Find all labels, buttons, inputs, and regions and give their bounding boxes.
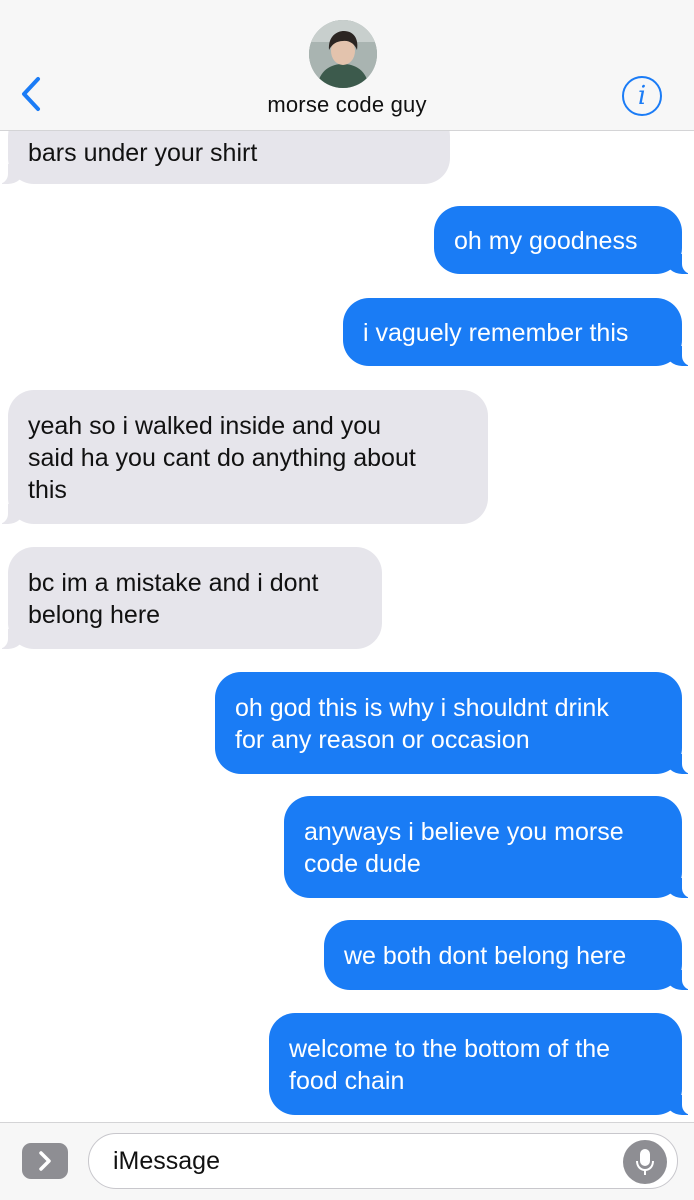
message-bubble-sent[interactable]: i vaguely remember this	[343, 298, 694, 366]
conversation-header: morse code guy i	[0, 0, 694, 131]
info-button[interactable]: i	[622, 76, 662, 116]
message-input-bar	[0, 1122, 694, 1200]
message-bubble-received[interactable]: bc im a mistake and i dont belong here	[0, 547, 382, 649]
message-text: welcome to the bottom of the food chain	[289, 1035, 611, 1095]
message-thread[interactable]: bars under your shirt oh my goodness i v…	[0, 0, 694, 1122]
chevron-right-icon	[39, 1151, 51, 1171]
message-text: bc im a mistake and i dont belong here	[28, 569, 319, 629]
message-text: bars under your shirt	[28, 139, 258, 167]
microphone-button[interactable]	[623, 1140, 667, 1184]
apps-button[interactable]	[22, 1143, 68, 1179]
message-text: oh my goodness	[454, 227, 638, 255]
message-text: we both dont belong here	[344, 942, 627, 970]
message-field[interactable]	[88, 1133, 678, 1189]
message-bubble-sent[interactable]: welcome to the bottom of the food chain	[269, 1013, 694, 1115]
message-text: anyways i believe you morse code dude	[304, 818, 624, 878]
message-text: yeah so i walked inside and you said ha …	[28, 412, 416, 504]
message-bubble-sent[interactable]: oh my goodness	[434, 206, 694, 274]
message-input[interactable]	[113, 1142, 613, 1180]
message-text: i vaguely remember this	[363, 319, 629, 347]
info-icon: i	[637, 81, 647, 111]
message-bubble-sent[interactable]: we both dont belong here	[324, 920, 694, 990]
message-bubble-sent[interactable]: anyways i believe you morse code dude	[284, 796, 694, 898]
avatar-image	[309, 20, 377, 88]
contact-avatar[interactable]	[309, 20, 377, 88]
contact-name[interactable]: morse code guy	[0, 92, 694, 118]
message-text: oh god this is why i shouldnt drink for …	[235, 694, 609, 754]
message-bubble-received[interactable]: yeah so i walked inside and you said ha …	[0, 390, 488, 524]
message-bubble-sent[interactable]: oh god this is why i shouldnt drink for …	[215, 672, 694, 774]
microphone-icon	[636, 1149, 654, 1175]
